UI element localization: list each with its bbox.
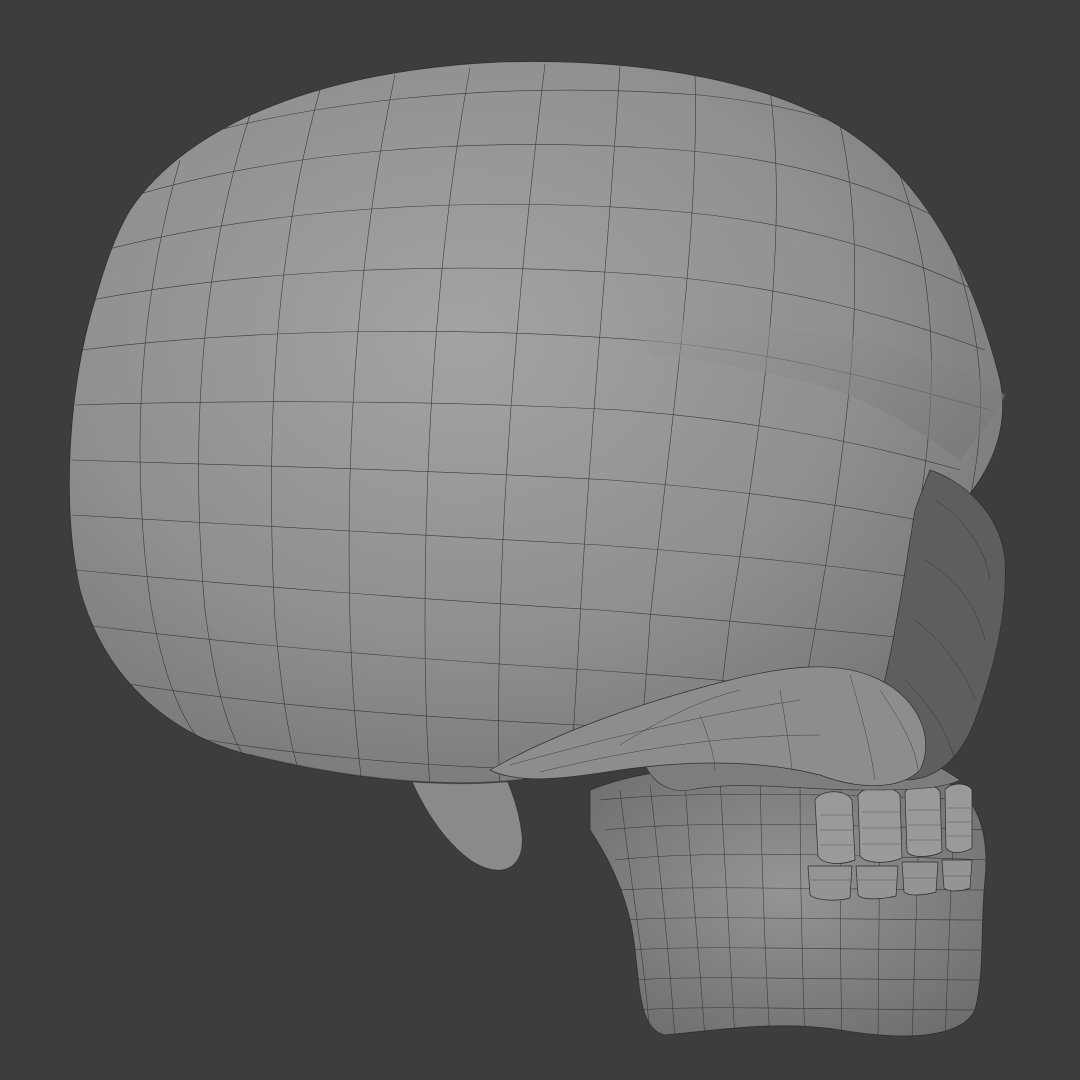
skull-wireframe-icon	[68, 61, 1006, 1037]
3d-viewport[interactable]	[0, 0, 1080, 1080]
